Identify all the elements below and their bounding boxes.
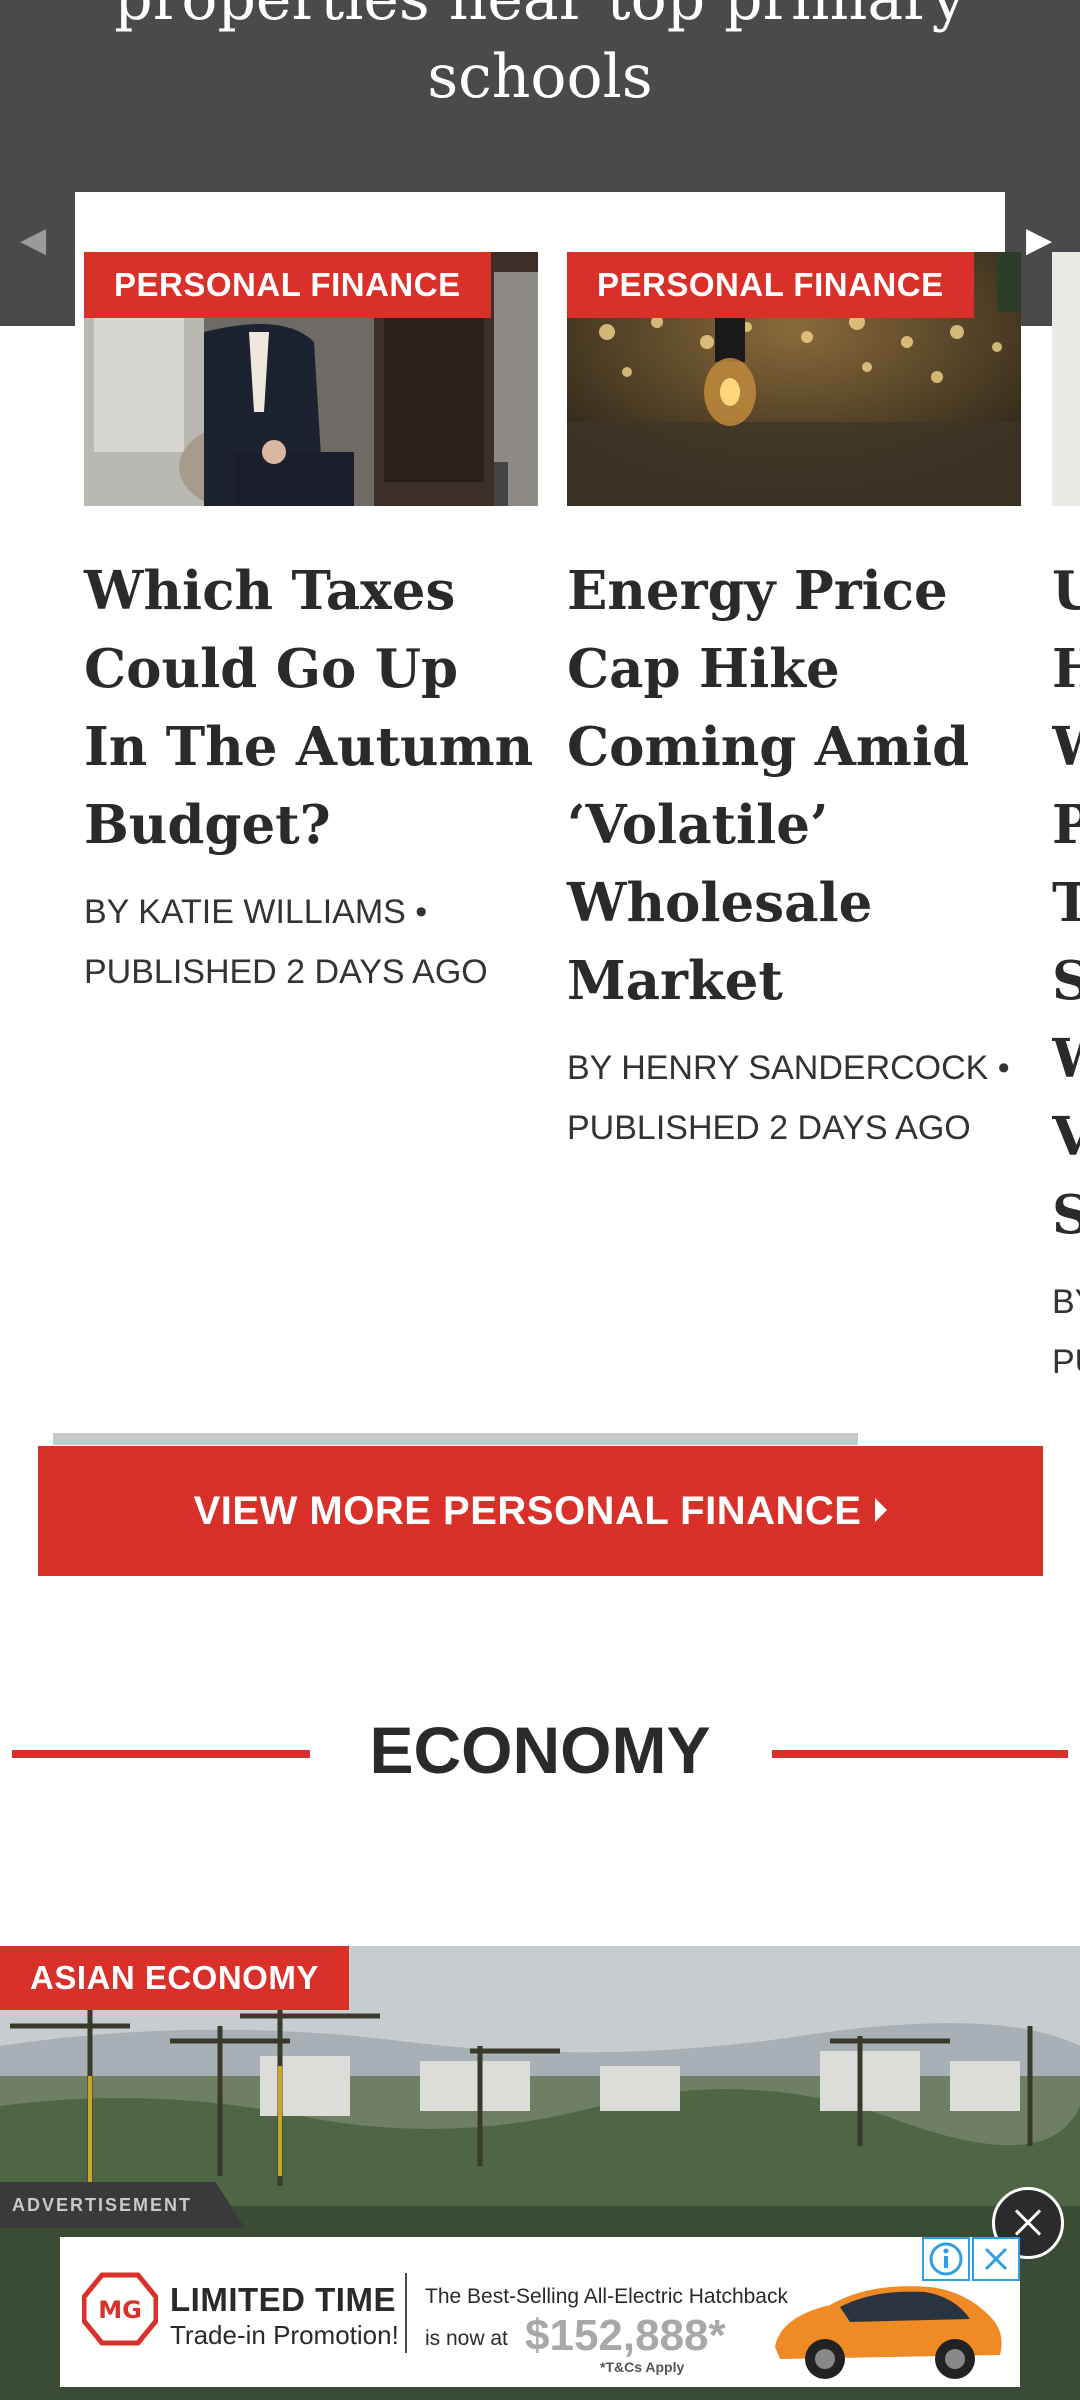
ad-subhead: Trade-in Promotion! — [170, 2320, 399, 2350]
carousel-heading-line1: properties near top primary — [0, 0, 1080, 38]
hero-category-tag[interactable]: ASIAN ECONOMY — [0, 1946, 349, 2010]
article-title[interactable]: Which Taxes Could Go Up In The Autumn Bu… — [84, 552, 538, 864]
ad-headline: LIMITED TIME — [170, 2281, 396, 2318]
ad-price: $152,888* — [525, 2311, 726, 2360]
article-title[interactable]: Energy Price Cap Hike Coming Amid ‘Volat… — [567, 552, 1021, 1020]
ad-now-at-text: is now at — [425, 2327, 508, 2350]
view-more-label: VIEW MORE PERSONAL FINANCE — [193, 1489, 862, 1533]
carousel-next-arrow-icon[interactable]: ▶ — [1026, 220, 1052, 260]
ad-choices — [922, 2237, 1020, 2281]
article-card-taxes[interactable]: PERSONAL FINANCE Which Taxes Could Go Up… — [84, 252, 538, 1002]
article-byline: BY KATIE WILLIAMS • PUBLISHED 2 DAYS AGO — [84, 893, 488, 991]
ad-banner[interactable]: MG LIMITED TIME Trade-in Promotion! The … — [60, 2237, 1020, 2387]
advertisement-label: ADVERTISEMENT — [0, 2182, 245, 2228]
orange-hatchback-car — [775, 2286, 1002, 2379]
card-category-tag[interactable]: PERSONAL FINANCE — [567, 252, 974, 318]
ad-info-icon[interactable] — [922, 2237, 970, 2281]
article-byline: BY HENRY SANDERCOCK • PUBLISHED 2 DAYS A… — [567, 1049, 1010, 1147]
article-image-businesswoman[interactable]: PERSONAL FINANCE — [84, 252, 538, 506]
article-card-partial[interactable]: U H W P T S W V S BY PU — [1052, 252, 1080, 1382]
mg-logo-icon: MG — [82, 2272, 158, 2346]
partial-card-image — [1052, 252, 1080, 506]
ad-close-icon[interactable] — [972, 2237, 1020, 2281]
carousel-scrollbar[interactable] — [53, 1433, 858, 1445]
article-image-lightbulb[interactable]: PERSONAL FINANCE — [567, 252, 1021, 506]
partial-card-title[interactable]: U H W P T S W V S — [1052, 552, 1080, 1254]
svg-text:MG: MG — [98, 2296, 142, 2324]
partial-card-byline: BY PU — [1052, 1283, 1080, 1381]
view-more-personal-finance-button[interactable]: VIEW MORE PERSONAL FINANCE — [38, 1446, 1043, 1576]
card-category-tag[interactable]: PERSONAL FINANCE — [84, 252, 491, 318]
carousel-prev-arrow-icon[interactable]: ◀ — [20, 220, 46, 260]
section-title-economy: ECONOMY — [369, 1713, 711, 1787]
article-card-energy[interactable]: PERSONAL FINANCE Energy Price Cap Hike C… — [567, 252, 1021, 1158]
carousel-heading: properties near top primary schools — [0, 0, 1080, 116]
ad-terms: *T&Cs Apply — [600, 2359, 685, 2375]
ad-divider — [405, 2273, 407, 2353]
carousel-heading-line2: schools — [427, 42, 653, 112]
caret-right-icon — [875, 1498, 888, 1523]
ad-best-selling-text: The Best-Selling All-Electric Hatchback — [425, 2285, 788, 2308]
